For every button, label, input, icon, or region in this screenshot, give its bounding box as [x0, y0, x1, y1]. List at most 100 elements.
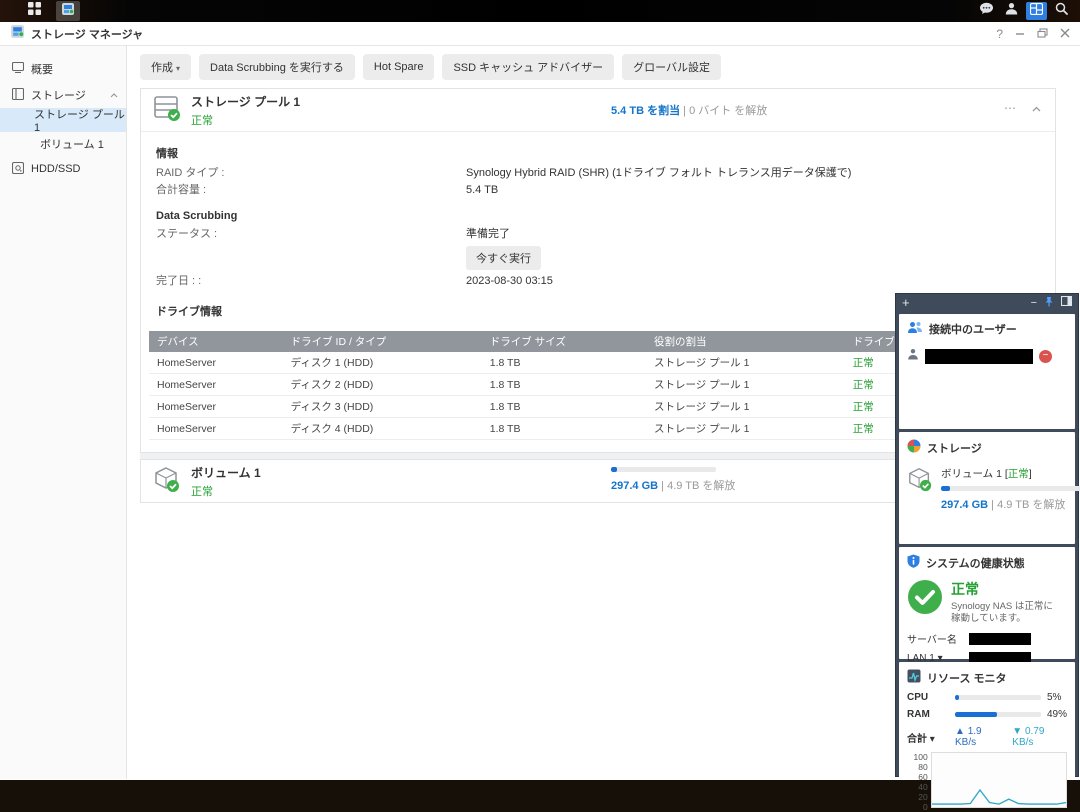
widget-volume-name: ボリューム 1 [正常] — [941, 466, 1080, 481]
resource-monitor-title: リソース モニタ — [927, 670, 1007, 686]
upload-icon: ▲ — [955, 726, 965, 737]
storage-manager-icon — [61, 2, 75, 21]
connected-user-row[interactable]: − — [907, 347, 1067, 365]
chat-bubble-icon — [979, 2, 994, 20]
redacted-username — [925, 349, 1033, 364]
sidebar: 概要 ストレージ ストレージ プール 1 ボリューム 1 HDD/SSD — [0, 46, 127, 779]
server-name-label: サーバー名 — [907, 631, 969, 646]
minimize-button[interactable] — [1015, 27, 1025, 41]
taskbar-storage-manager-button[interactable] — [56, 1, 80, 21]
y-tick: 20 — [918, 792, 927, 802]
y-tick: 40 — [918, 782, 927, 792]
collapse-widgets-button[interactable]: − — [1031, 297, 1037, 309]
health-shield-icon — [907, 554, 920, 571]
network-total-label[interactable]: 合計 ▾ — [907, 730, 939, 745]
y-tick: 80 — [918, 762, 927, 772]
cpu-label: CPU — [907, 692, 937, 703]
y-tick: 100 — [914, 752, 928, 762]
ssd-cache-advisor-button[interactable]: SSD キャッシュ アドバイザー — [442, 54, 614, 80]
sidebar-item-storage-pool-1[interactable]: ストレージ プール 1 — [0, 108, 126, 132]
connected-users-icon — [907, 321, 923, 337]
sidebar-item-label: ストレージ — [31, 87, 86, 103]
sidebar-item-overview[interactable]: 概要 — [0, 56, 126, 82]
resource-monitor-widget: リソース モニタ CPU 5% RAM 49% 合計 ▾ ▲ 1.9 KB/s … — [899, 662, 1075, 778]
user-menu-button[interactable] — [1001, 2, 1022, 20]
person-icon — [1005, 2, 1018, 20]
ram-value: 49% — [1047, 709, 1067, 720]
capacity-value: 5.4 TB — [466, 182, 498, 199]
sidebar-item-label: HDD/SSD — [31, 163, 81, 175]
network-line-chart — [931, 752, 1067, 808]
health-message: Synology NAS は正常に稼動しています。 — [951, 601, 1059, 625]
volume-icon — [153, 465, 181, 498]
chevron-up-icon[interactable] — [110, 89, 118, 101]
volume-status: 正常 — [191, 483, 261, 499]
pool-menu-icon[interactable]: ⋯ — [1004, 101, 1016, 115]
storage-pie-icon — [907, 439, 921, 456]
chevron-down-icon: ▾ — [176, 64, 180, 73]
app-icon — [10, 24, 25, 44]
data-scrubbing-button[interactable]: Data Scrubbing を実行する — [199, 54, 355, 80]
info-section-title: 情報 — [156, 140, 1040, 165]
column-header[interactable]: デバイス — [149, 331, 283, 352]
main-menu-button[interactable] — [22, 1, 46, 21]
scrubbing-section-title: Data Scrubbing — [156, 205, 1040, 226]
upload-speed: ▲ 1.9 KB/s — [955, 726, 1004, 748]
maximize-button[interactable] — [1037, 27, 1048, 41]
connected-users-title: 接続中のユーザー — [929, 321, 1017, 337]
chart-y-axis: 100806040200 — [907, 752, 931, 808]
window-titlebar[interactable]: ストレージ マネージャ ? — [0, 22, 1080, 46]
raid-type-label: RAID タイプ : — [156, 165, 466, 182]
widget-volume-bar — [941, 486, 1080, 491]
sidebar-item-label: 概要 — [31, 61, 53, 77]
network-chart: 100806040200 — [907, 752, 1067, 808]
connected-users-widget: 接続中のユーザー − — [899, 314, 1075, 429]
pin-icon[interactable] — [1044, 296, 1054, 310]
volume-icon — [907, 466, 933, 512]
apps-grid-icon — [28, 2, 41, 20]
taskbar — [0, 0, 1080, 22]
overview-icon — [12, 62, 24, 76]
add-widget-button[interactable]: + — [902, 296, 910, 309]
volume-title: ボリューム 1 — [191, 464, 261, 481]
hot-spare-button[interactable]: Hot Spare — [363, 54, 435, 80]
storage-widget-title: ストレージ — [927, 440, 982, 456]
user-icon — [907, 347, 919, 365]
cpu-value: 5% — [1047, 692, 1061, 703]
pool-collapse-icon[interactable] — [1032, 101, 1041, 115]
global-settings-button[interactable]: グローバル設定 — [622, 54, 721, 80]
column-header[interactable]: 役割の割当 — [646, 331, 845, 352]
y-tick: 0 — [923, 802, 928, 812]
widgets-button[interactable] — [1026, 2, 1047, 20]
column-header[interactable]: ドライブ サイズ — [482, 331, 646, 352]
pool-title: ストレージ プール 1 — [191, 93, 300, 110]
completed-date-value: 2023-08-30 03:15 — [466, 273, 553, 290]
run-now-button[interactable]: 今すぐ実行 — [466, 246, 541, 270]
redacted-server-name — [969, 633, 1031, 645]
widget-panel: + − 接続中のユーザー − ストレージ ボリューム 1 [正 — [895, 293, 1079, 777]
create-button[interactable]: 作成▾ — [140, 54, 191, 80]
download-icon: ▼ — [1012, 726, 1022, 737]
window-title: ストレージ マネージャ — [31, 26, 143, 42]
cpu-usage-bar — [955, 695, 1041, 700]
help-button[interactable]: ? — [996, 27, 1003, 41]
volume-usage: 297.4 GB | 4.9 TB を解放 — [611, 467, 735, 493]
close-button[interactable] — [1060, 27, 1070, 41]
y-tick: 60 — [918, 772, 927, 782]
scrub-status-label: ステータス : — [156, 226, 466, 243]
column-header[interactable]: ドライブ ID / タイプ — [283, 331, 482, 352]
widget-panel-header: + − — [899, 294, 1075, 311]
pool-status: 正常 — [191, 112, 300, 128]
toolbar: 作成▾ Data Scrubbing を実行する Hot Spare SSD キ… — [127, 46, 1080, 88]
notifications-button[interactable] — [976, 2, 997, 20]
sidebar-item-hdd-ssd[interactable]: HDD/SSD — [0, 156, 126, 182]
disconnect-user-button[interactable]: − — [1039, 350, 1052, 363]
hdd-icon — [12, 162, 24, 177]
storage-pool-icon — [153, 94, 181, 127]
dock-panel-icon[interactable] — [1061, 296, 1072, 309]
search-button[interactable] — [1051, 2, 1072, 20]
sidebar-item-storage[interactable]: ストレージ — [0, 82, 126, 108]
scrub-status-value: 準備完了 — [466, 226, 510, 243]
sidebar-item-volume-1[interactable]: ボリューム 1 — [0, 132, 126, 156]
system-health-title: システムの健康状態 — [926, 555, 1025, 571]
